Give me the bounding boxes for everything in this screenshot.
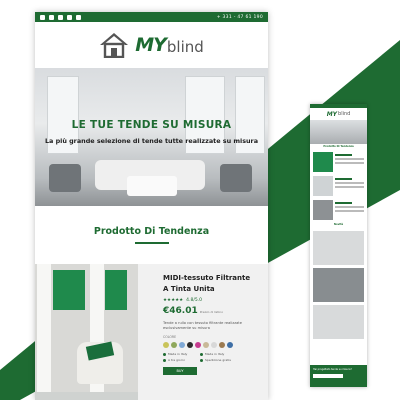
mobile-new-title: Novità xyxy=(333,223,344,226)
facebook-icon[interactable] xyxy=(40,14,45,20)
mobile-product-text xyxy=(335,200,364,220)
hero-chair xyxy=(220,164,252,192)
bullet-icon xyxy=(163,352,166,356)
feature-label: Spedizione gratis xyxy=(205,358,231,362)
mobile-tile[interactable] xyxy=(313,305,364,339)
trend-title: Prodotto Di Tendenza xyxy=(93,226,210,238)
product-name-line2[interactable]: A Tinta Unita xyxy=(163,284,260,295)
curtain xyxy=(37,264,51,392)
star-rating-icons: ★★★★★ xyxy=(163,298,184,303)
linkedin-icon[interactable] xyxy=(76,14,81,20)
trend-section-header: Prodotto Di Tendenza xyxy=(35,206,268,264)
color-swatch[interactable] xyxy=(219,342,225,348)
mobile-logo-my: MY xyxy=(326,110,338,118)
product-description: Tende a rullo con tessuto filtrante real… xyxy=(163,321,242,330)
mobile-tile[interactable] xyxy=(313,231,364,265)
phone-number[interactable]: + 331 - 47 61 190 xyxy=(217,15,263,20)
site-logo[interactable]: MY blind xyxy=(135,33,204,56)
mobile-footer: Hai progettato tende su misura? xyxy=(310,365,367,387)
product-features: Made in Italy Made in Italy A tre giorni… xyxy=(163,352,233,362)
logo-my: MY xyxy=(135,33,167,56)
twitter-icon[interactable] xyxy=(49,14,54,20)
top-bar: + 331 - 47 61 190 xyxy=(35,12,268,22)
mobile-tile[interactable] xyxy=(313,268,364,302)
rating-value: 4.8/5.0 xyxy=(186,298,203,303)
house-icon xyxy=(100,33,129,58)
feature-item: Made in Italy xyxy=(200,352,233,356)
mobile-page-mockup: MY blind Prodotto Di Tendenza Novità Hai … xyxy=(310,104,367,387)
mobile-logo-blind: blind xyxy=(338,111,351,117)
desktop-page-mockup: + 331 - 47 61 190 MY blind LE TUE TENDE … xyxy=(35,12,268,400)
title-underline xyxy=(134,242,169,244)
mobile-footer-text: Hai progettato tende su misura? xyxy=(313,368,352,371)
next-product-image[interactable] xyxy=(35,392,138,400)
color-swatch[interactable] xyxy=(187,342,193,348)
mobile-product-text xyxy=(335,152,364,172)
mobile-product-text xyxy=(335,176,364,196)
feature-label: A tre giorni xyxy=(168,358,185,362)
color-swatch[interactable] xyxy=(163,342,169,348)
hero-title: LE TUE TENDE SU MISURA xyxy=(71,119,232,131)
green-roller-blind xyxy=(105,270,127,310)
feature-item: A tre giorni xyxy=(163,358,196,362)
color-swatch[interactable] xyxy=(203,342,209,348)
product-info: MIDI-tessuto Filtrante A Tinta Unita ★★★… xyxy=(138,264,268,392)
mobile-logo[interactable]: MY blind xyxy=(310,108,367,120)
bullet-icon xyxy=(200,358,203,362)
feature-item: Made in Italy xyxy=(163,352,196,356)
bullet-icon xyxy=(163,358,166,362)
product-name[interactable]: MIDI-tessuto Filtrante xyxy=(163,273,260,284)
color-swatch[interactable] xyxy=(171,342,177,348)
color-swatch[interactable] xyxy=(195,342,201,348)
logo-blind: blind xyxy=(166,37,204,56)
hero-banner: LE TUE TENDE SU MISURA La più grande sel… xyxy=(35,68,268,206)
mobile-product-image xyxy=(313,200,333,220)
color-swatch[interactable] xyxy=(227,342,233,348)
bullet-icon xyxy=(200,352,203,356)
price-value: €46.01 xyxy=(163,306,198,316)
buy-button[interactable]: BUY xyxy=(163,367,197,375)
mobile-product-image xyxy=(313,176,333,196)
hero-subtitle: La più grande selezione di tende tutte r… xyxy=(44,137,259,145)
feature-item: Spedizione gratis xyxy=(200,358,233,362)
mobile-hero xyxy=(310,120,367,144)
hero-chair xyxy=(49,164,81,192)
next-product-row xyxy=(35,392,268,400)
price-note: Prezzo di listino xyxy=(199,310,224,314)
product-price: €46.01 Prezzo di listino xyxy=(163,306,260,316)
mobile-product-row[interactable] xyxy=(310,198,367,222)
mobile-product-row[interactable] xyxy=(310,150,367,174)
hero-coffee-table xyxy=(127,176,177,196)
feature-label: Made in Italy xyxy=(168,352,188,356)
product-card: MIDI-tessuto Filtrante A Tinta Unita ★★★… xyxy=(35,264,268,392)
color-swatch[interactable] xyxy=(179,342,185,348)
color-swatches xyxy=(163,342,260,348)
mobile-product-row[interactable] xyxy=(310,174,367,198)
rating-row: ★★★★★ 4.8/5.0 xyxy=(163,298,260,303)
social-links xyxy=(40,14,81,20)
instagram-icon[interactable] xyxy=(58,14,63,20)
feature-label: Made in Italy xyxy=(205,352,225,356)
green-roller-blind xyxy=(53,270,85,310)
product-image[interactable] xyxy=(35,264,138,392)
mobile-footer-button[interactable] xyxy=(313,374,343,378)
site-header: MY blind xyxy=(35,22,268,68)
colors-label: COLORE xyxy=(163,335,177,339)
mobile-product-image xyxy=(313,152,333,172)
youtube-icon[interactable] xyxy=(67,14,72,20)
color-swatch[interactable] xyxy=(211,342,217,348)
